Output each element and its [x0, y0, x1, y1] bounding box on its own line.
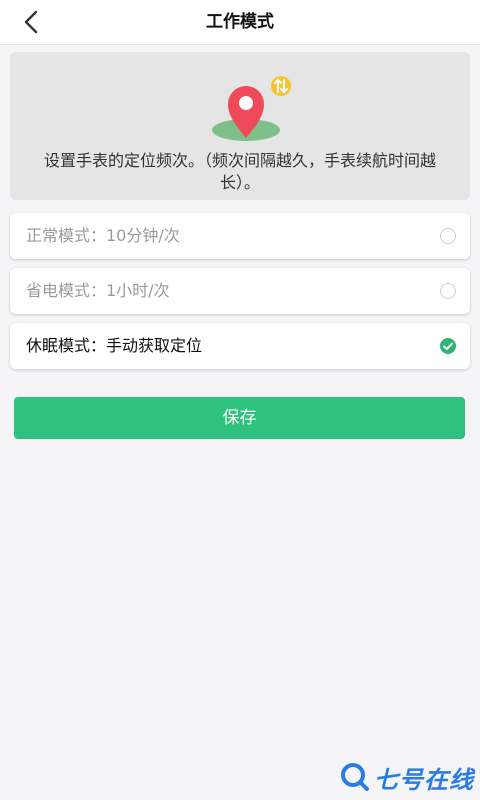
option-normal-mode[interactable]: 正常模式：10分钟/次 [10, 213, 470, 259]
page-title: 工作模式 [206, 12, 274, 32]
info-description: 设置手表的定位频次。（频次间隔越久，手表续航时间越长）。 [43, 151, 436, 192]
radio-unchecked-icon[interactable] [440, 283, 456, 299]
save-button[interactable]: 保存 [14, 397, 465, 439]
location-pin-icon [212, 76, 291, 141]
radio-checked-icon[interactable] [440, 338, 456, 354]
option-label: 休眠模式：手动获取定位 [26, 336, 203, 355]
watermark-text: 七号在线 [374, 765, 474, 794]
radio-unchecked-icon[interactable] [440, 228, 456, 244]
option-sleep-mode[interactable]: 休眠模式：手动获取定位 [10, 323, 470, 369]
header-bar: 工作模式 [0, 0, 480, 45]
option-label: 正常模式：10分钟/次 [26, 226, 180, 245]
search-logo-icon [341, 763, 369, 791]
watermark-logo: 七号在线 [340, 760, 474, 794]
option-label: 省电模式：1小时/次 [26, 281, 170, 300]
info-card: 设置手表的定位频次。（频次间隔越久，手表续航时间越长）。 [10, 52, 470, 200]
option-power-saving-mode[interactable]: 省电模式：1小时/次 [10, 268, 470, 314]
checkmark-icon [443, 342, 453, 350]
